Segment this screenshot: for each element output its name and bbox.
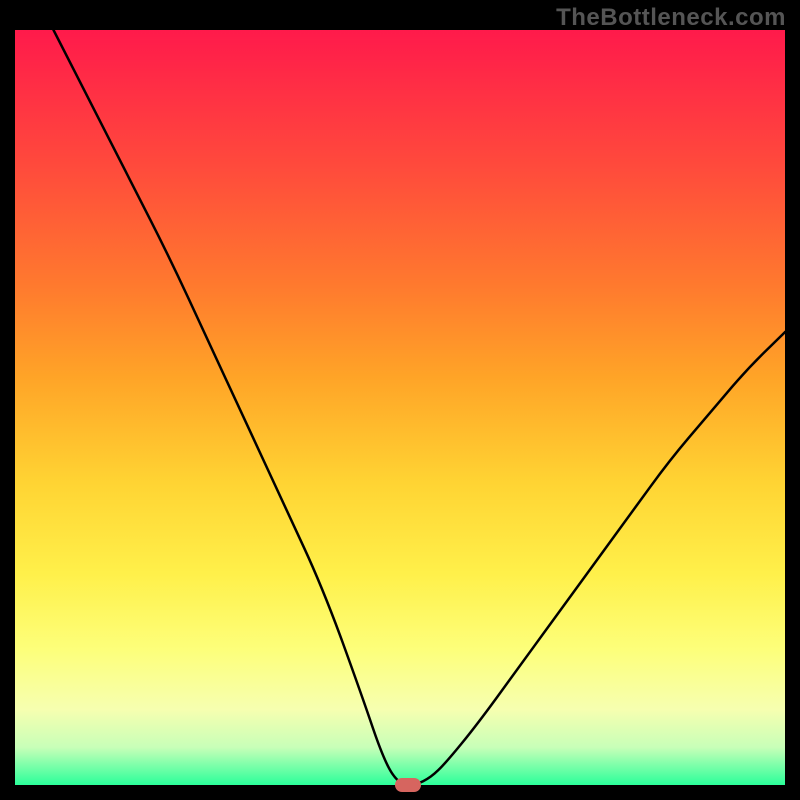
optimum-marker xyxy=(395,778,421,792)
curve-svg xyxy=(15,30,785,785)
bottleneck-curve-path xyxy=(54,30,786,785)
watermark-text: TheBottleneck.com xyxy=(556,4,786,32)
plot-area xyxy=(15,30,785,785)
chart-frame: TheBottleneck.com xyxy=(0,0,800,800)
